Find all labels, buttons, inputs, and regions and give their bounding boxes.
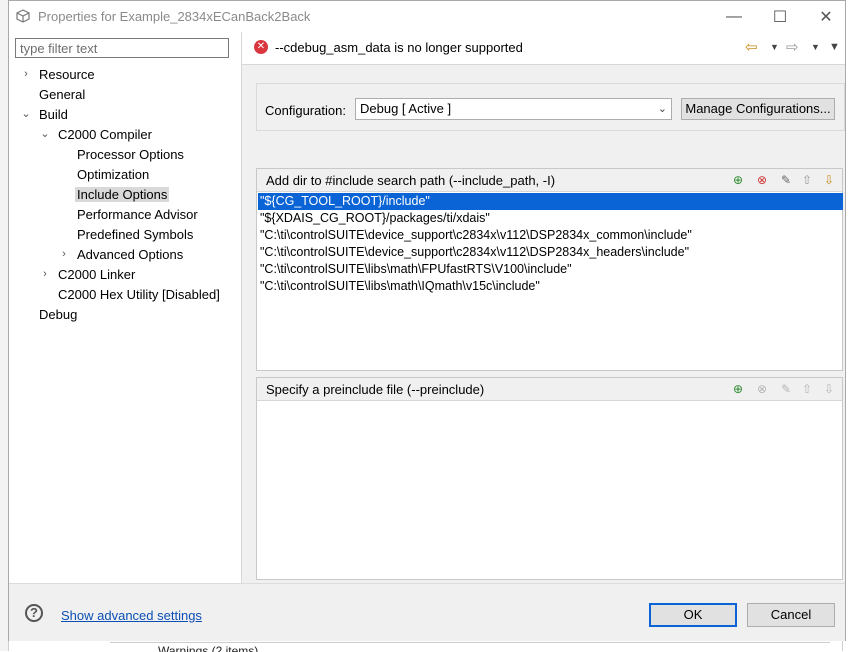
title-bar: Properties for Example_2834xECanBack2Bac…	[9, 1, 845, 32]
back-menu-icon[interactable]: ▼	[770, 42, 779, 52]
chevron-right-icon[interactable]: ›	[40, 265, 50, 284]
show-advanced-settings-link[interactable]: Show advanced settings	[61, 608, 202, 623]
include-path-panel: Add dir to #include search path (--inclu…	[256, 168, 843, 371]
content-pane: ✕ --cdebug_asm_data is no longer support…	[242, 32, 845, 583]
properties-dialog: Properties for Example_2834xECanBack2Bac…	[8, 0, 846, 641]
preinclude-title: Specify a preinclude file (--preinclude)	[266, 382, 485, 397]
delete-icon[interactable]: ⊗	[755, 173, 769, 187]
cancel-button[interactable]: Cancel	[747, 603, 835, 627]
add-icon[interactable]: ⊕	[731, 173, 745, 187]
tree-item-advanced-options[interactable]: › Advanced Options	[62, 245, 185, 264]
navigation-pane: › Resource General ⌄ Build ⌄ C2000 Compi…	[9, 32, 242, 583]
tree-item-processor-options[interactable]: Processor Options	[75, 145, 186, 164]
view-menu-icon[interactable]: ▼	[829, 41, 840, 53]
tree-item-resource[interactable]: › Resource	[24, 65, 97, 84]
tree-item-c2000-linker[interactable]: › C2000 Linker	[43, 265, 137, 284]
error-message: --cdebug_asm_data is no longer supported	[275, 40, 523, 55]
chevron-right-icon[interactable]: ›	[59, 245, 69, 264]
minimize-button[interactable]: —	[711, 1, 757, 32]
move-down-icon[interactable]: ⇩	[822, 173, 836, 187]
chevron-down-icon[interactable]: ⌄	[40, 125, 50, 144]
maximize-button[interactable]: ☐	[757, 1, 803, 32]
configuration-group: Configuration: Debug [ Active ] ⌄ Manage…	[256, 83, 845, 131]
tree-item-predefined-symbols[interactable]: Predefined Symbols	[75, 225, 195, 244]
manage-configurations-button[interactable]: Manage Configurations...	[681, 98, 835, 120]
tree-item-build[interactable]: ⌄ Build	[21, 105, 70, 124]
include-path-row[interactable]: "C:\ti\controlSUITE\libs\math\FPUfastRTS…	[258, 261, 843, 278]
tree-item-general[interactable]: General	[37, 85, 87, 104]
forward-arrow-icon[interactable]: ⇨	[786, 38, 799, 56]
edit-icon[interactable]: ✎	[779, 173, 793, 187]
button-bar: ? Show advanced settings OK Cancel	[9, 583, 845, 641]
chevron-right-icon[interactable]: ›	[21, 65, 31, 84]
delete-icon[interactable]: ⊗	[755, 382, 769, 396]
include-path-row[interactable]: "C:\ti\controlSUITE\device_support\c2834…	[258, 227, 843, 244]
tree-item-debug[interactable]: Debug	[37, 305, 79, 324]
include-path-row[interactable]: "C:\ti\controlSUITE\libs\math\IQmath\v15…	[258, 278, 843, 295]
tree-item-performance-advisor[interactable]: Performance Advisor	[75, 205, 200, 224]
filter-input[interactable]	[15, 38, 229, 58]
include-path-row[interactable]: "C:\ti\controlSUITE\device_support\c2834…	[258, 244, 843, 261]
move-down-icon[interactable]: ⇩	[822, 382, 836, 396]
include-path-title: Add dir to #include search path (--inclu…	[266, 173, 556, 188]
forward-menu-icon[interactable]: ▼	[811, 42, 820, 52]
window-title: Properties for Example_2834xECanBack2Bac…	[38, 9, 311, 24]
message-bar: ✕ --cdebug_asm_data is no longer support…	[242, 32, 845, 65]
configuration-label: Configuration:	[265, 103, 346, 118]
back-arrow-icon[interactable]: ⇦	[745, 38, 758, 56]
app-icon	[16, 9, 30, 23]
help-icon[interactable]: ?	[25, 604, 43, 622]
close-button[interactable]: ✕	[803, 1, 849, 32]
ok-button[interactable]: OK	[649, 603, 737, 627]
tree-item-c2000-compiler[interactable]: ⌄ C2000 Compiler	[40, 125, 154, 144]
add-icon[interactable]: ⊕	[731, 382, 745, 396]
edit-icon[interactable]: ✎	[779, 382, 793, 396]
include-path-row[interactable]: "${CG_TOOL_ROOT}/include"	[258, 193, 843, 210]
chevron-down-icon: ⌄	[657, 103, 667, 115]
error-icon: ✕	[254, 40, 268, 54]
configuration-select[interactable]: Debug [ Active ] ⌄	[355, 98, 672, 120]
preinclude-panel: Specify a preinclude file (--preinclude)…	[256, 377, 843, 580]
tree-item-c2000-hex-utility[interactable]: C2000 Hex Utility [Disabled]	[56, 285, 222, 304]
include-path-header: Add dir to #include search path (--inclu…	[257, 169, 842, 192]
move-up-icon[interactable]: ⇧	[800, 173, 814, 187]
tree-item-optimization[interactable]: Optimization	[75, 165, 151, 184]
tree-item-include-options[interactable]: Include Options	[75, 185, 170, 204]
chevron-down-icon[interactable]: ⌄	[21, 105, 31, 124]
preinclude-header: Specify a preinclude file (--preinclude)…	[257, 378, 842, 401]
include-path-row[interactable]: "${XDAIS_CG_ROOT}/packages/ti/xdais"	[258, 210, 843, 227]
move-up-icon[interactable]: ⇧	[800, 382, 814, 396]
